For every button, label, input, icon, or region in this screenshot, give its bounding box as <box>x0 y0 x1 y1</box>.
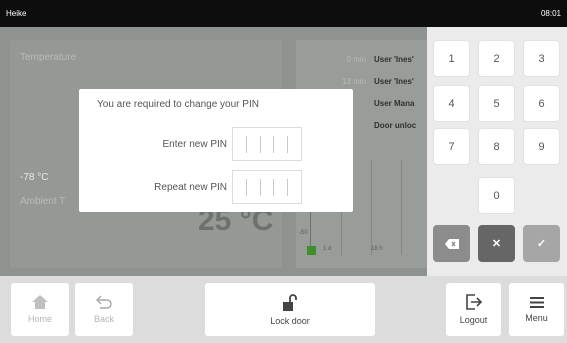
pin-digit-slot <box>259 135 261 153</box>
key-7[interactable]: 7 <box>433 128 470 165</box>
chart-x-label: 18 h <box>371 246 383 252</box>
log-time: 0 min <box>346 55 366 64</box>
clock: 08:01 <box>540 9 561 18</box>
backspace-icon <box>444 238 459 249</box>
log-time: 13 min <box>341 77 366 86</box>
home-icon <box>32 295 48 309</box>
logout-label: Logout <box>459 315 488 325</box>
change-pin-dialog: You are required to change your PIN Ente… <box>79 89 353 212</box>
key-9[interactable]: 9 <box>523 128 560 165</box>
bottom-navigation-bar: Home Back Lock door Logout Menu <box>0 276 567 343</box>
back-icon <box>96 295 112 309</box>
key-0[interactable]: 0 <box>478 177 515 214</box>
chart-gridline <box>371 160 372 255</box>
repeat-pin-field[interactable] <box>232 170 302 204</box>
key-5[interactable]: 5 <box>478 85 515 122</box>
new-pin-label: Enter new PIN <box>162 139 227 150</box>
key-2[interactable]: 2 <box>478 40 515 77</box>
current-user: Heike <box>6 9 27 18</box>
pin-digit-slot <box>273 135 275 153</box>
current-temperature: -78 °C <box>20 172 49 183</box>
status-indicator-icon <box>307 246 316 255</box>
chart-x-label: 1 d <box>323 246 332 252</box>
pin-digit-slot <box>287 135 289 153</box>
pin-digit-slot <box>273 178 275 196</box>
logout-icon <box>465 294 482 310</box>
close-icon: ✕ <box>491 238 502 250</box>
pin-digit-slot <box>287 178 289 196</box>
numeric-keypad: 1 2 3 4 5 6 7 8 9 0 ✕ ✓ <box>427 27 567 276</box>
confirm-button[interactable]: ✓ <box>523 225 560 262</box>
unlock-icon <box>283 293 297 311</box>
key-8[interactable]: 8 <box>478 128 515 165</box>
log-message: User 'Ines' <box>374 77 414 86</box>
chart-gridline <box>401 160 402 255</box>
key-3[interactable]: 3 <box>523 40 560 77</box>
home-label: Home <box>27 314 52 324</box>
new-pin-field[interactable] <box>232 127 302 161</box>
ambient-label: Ambient T <box>20 196 66 207</box>
backspace-button[interactable] <box>433 225 470 262</box>
key-1[interactable]: 1 <box>433 40 470 77</box>
checkmark-icon: ✓ <box>536 238 547 250</box>
logout-button[interactable]: Logout <box>446 283 501 336</box>
pin-digit-slot <box>259 178 261 196</box>
status-bar: Heike 08:01 <box>0 0 567 27</box>
dialog-message: You are required to change your PIN <box>97 99 259 110</box>
menu-button[interactable]: Menu <box>509 283 564 336</box>
back-label: Back <box>93 314 114 324</box>
pin-digit-slot <box>245 178 247 196</box>
menu-label: Menu <box>525 312 548 323</box>
lock-door-label: Lock door <box>270 315 310 326</box>
lock-door-button[interactable]: Lock door <box>205 283 375 336</box>
chart-y-label: -50 <box>299 230 308 236</box>
log-message: Door unloc <box>374 121 417 130</box>
repeat-pin-label: Repeat new PIN <box>154 182 227 193</box>
log-message: User Mana <box>374 99 415 108</box>
pin-digit-slot <box>245 135 247 153</box>
key-6[interactable]: 6 <box>523 85 560 122</box>
log-message: User 'Ines' <box>374 55 414 64</box>
key-4[interactable]: 4 <box>433 85 470 122</box>
temperature-title: Temperature <box>20 52 77 63</box>
cancel-button[interactable]: ✕ <box>478 225 515 262</box>
back-button[interactable]: Back <box>75 283 133 336</box>
home-button[interactable]: Home <box>11 283 69 336</box>
hamburger-menu-icon <box>529 296 544 308</box>
